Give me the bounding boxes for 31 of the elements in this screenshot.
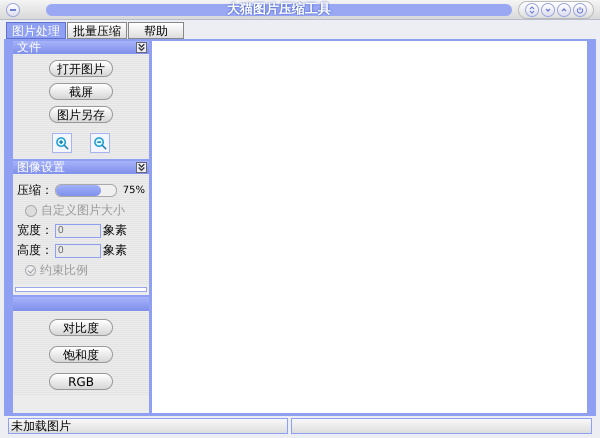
radio-label: 自定义图片大小 [41, 202, 125, 219]
slider-fill[interactable] [56, 185, 101, 196]
checkbox-label: 约束比例 [40, 262, 88, 279]
unit-label: 象素 [103, 242, 127, 259]
expand-icon[interactable] [525, 2, 539, 16]
pill-button[interactable]: 对比度 [49, 319, 113, 336]
pill-button[interactable]: 打开图片 [49, 60, 113, 77]
field-label: 宽度： [17, 222, 53, 239]
unit-label: 象素 [103, 222, 127, 239]
power-icon[interactable] [573, 2, 587, 16]
slider-value: 75% [122, 185, 145, 196]
collapse-icon[interactable] [136, 162, 147, 173]
slider-track[interactable] [55, 184, 117, 197]
chevron-down-icon[interactable] [541, 2, 555, 16]
minimize-icon[interactable] [6, 2, 20, 16]
tab[interactable]: 帮助 [128, 22, 184, 39]
zoom-out-icon[interactable] [90, 133, 110, 153]
field-label: 高度： [17, 242, 53, 259]
tab[interactable]: 批量压缩 [67, 22, 127, 39]
zoom-in-icon[interactable] [52, 133, 72, 153]
pill-button[interactable]: 图片另存 [49, 106, 113, 123]
pill-button[interactable]: 截屏 [49, 83, 113, 100]
section-title: 文件 [17, 41, 41, 54]
pill-button[interactable]: 饱和度 [49, 346, 113, 363]
status-text: 未加载图片 [8, 418, 288, 434]
chevron-up-icon[interactable] [557, 2, 571, 16]
window-title: 大猫图片压缩工具 [227, 4, 331, 16]
section-title: 图像设置 [17, 161, 65, 174]
collapse-icon[interactable] [136, 42, 147, 53]
slider-label: 压缩： [17, 182, 53, 199]
pill-button[interactable]: RGB [49, 373, 113, 390]
